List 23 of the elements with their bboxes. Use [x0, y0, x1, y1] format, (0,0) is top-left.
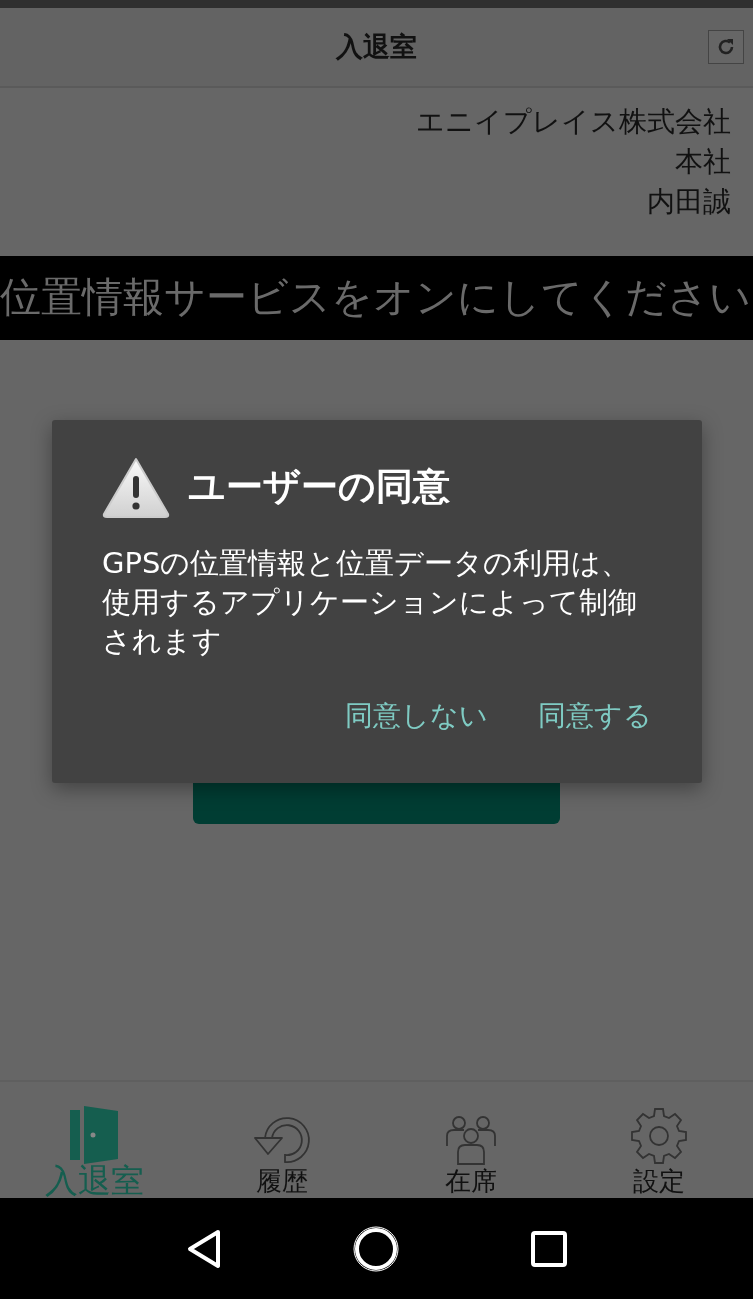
people-icon [443, 1114, 498, 1166]
back-button[interactable] [185, 1228, 222, 1269]
warning-icon [102, 456, 170, 518]
agree-button[interactable]: 同意する [538, 695, 652, 737]
door-icon [68, 1104, 121, 1166]
nav-tab[interactable]: 在席 [376, 1082, 565, 1198]
screen-title: 入退室 [336, 29, 417, 64]
disagree-button[interactable]: 同意しない [345, 695, 488, 737]
back-icon [185, 1228, 222, 1269]
settings-icon [628, 1106, 689, 1166]
dialog-message: GPSの位置情報と位置データの利用は、使用するアプリケーションによって制御されます [102, 545, 637, 660]
home-button[interactable] [353, 1225, 400, 1272]
account-info-line: エニイプレイス株式会社 [415, 104, 731, 140]
account-info-line: 本社 [674, 144, 731, 180]
refresh-button[interactable] [708, 30, 744, 64]
home-icon [353, 1225, 400, 1272]
banner-text: 位置情報サービスをオンにしてください [0, 272, 751, 324]
dialog-title: ユーザーの同意 [188, 464, 450, 511]
nav-tab[interactable]: 履歴 [188, 1082, 377, 1198]
nav-tab[interactable]: 設定 [564, 1082, 753, 1198]
recents-icon [531, 1230, 568, 1267]
recents-button[interactable] [531, 1230, 568, 1267]
account-info-line: 内田誠 [646, 184, 731, 220]
